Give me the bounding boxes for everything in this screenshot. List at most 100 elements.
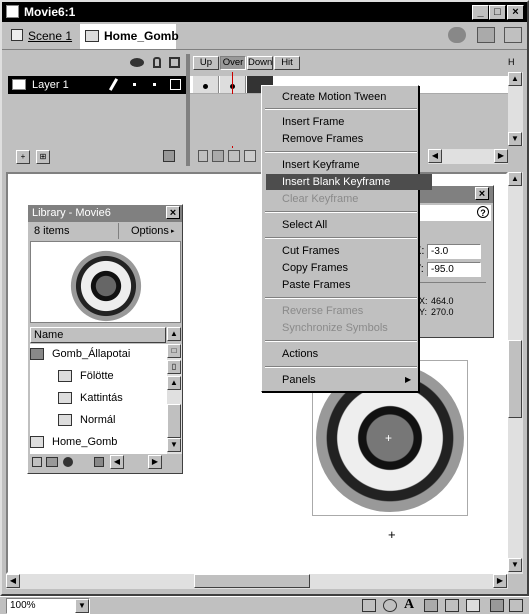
- frame-label-up: Up: [193, 56, 219, 70]
- stage-scroll-right-icon[interactable]: ▶: [493, 574, 507, 588]
- library-item-graphic[interactable]: Fölötte: [58, 365, 165, 387]
- edit-scene-icon[interactable]: [448, 27, 466, 43]
- center-frame-icon[interactable]: [198, 150, 208, 162]
- library-item-label: Normál: [80, 414, 116, 426]
- edit-bar: Scene 1 Home_Gomb: [2, 22, 527, 50]
- layer-color-box[interactable]: [170, 79, 181, 90]
- field-x-input[interactable]: -3.0: [427, 244, 481, 259]
- stage-scroll-up-icon[interactable]: ▲: [508, 172, 522, 186]
- layer-pane-body: [8, 94, 186, 146]
- library-column-header[interactable]: Name: [30, 327, 166, 343]
- edit-multiple-frames-icon[interactable]: [244, 150, 256, 162]
- add-guide-layer-icon[interactable]: ⊞: [36, 150, 50, 164]
- lib-scroll-right-icon[interactable]: ▶: [148, 455, 162, 469]
- window-title: Movie6:1: [24, 5, 76, 19]
- stage-hscroll-thumb[interactable]: [194, 574, 310, 588]
- delete-item-icon[interactable]: [94, 457, 104, 467]
- instance-launcher-icon[interactable]: [424, 599, 438, 612]
- timeline-vscroll[interactable]: ▲ ▼: [508, 72, 523, 146]
- options-arrow-icon: ▸: [171, 228, 175, 235]
- layer-lock-dot[interactable]: [153, 83, 156, 86]
- new-folder-icon[interactable]: [46, 457, 58, 467]
- library-preview: [30, 241, 181, 323]
- menu-insert-keyframe[interactable]: Insert Keyframe: [266, 157, 432, 173]
- pencil-icon: [108, 78, 119, 91]
- timeline-center-icon[interactable]: H: [508, 57, 521, 70]
- layer-name: Layer 1: [32, 79, 69, 91]
- layer-visible-dot[interactable]: [133, 83, 136, 86]
- button-symbol-icon: [85, 30, 99, 42]
- submenu-arrow-icon: ▶: [405, 375, 412, 384]
- stage-scroll-down-icon[interactable]: ▼: [508, 558, 522, 572]
- zoom-select[interactable]: 100% ▼: [6, 598, 90, 614]
- minimize-button[interactable]: _: [472, 5, 489, 20]
- symbol-tab-label: Home_Gomb: [104, 29, 179, 43]
- zoom-control-icon[interactable]: [504, 27, 522, 43]
- library-item-graphic[interactable]: Kattintás: [58, 387, 165, 409]
- preview-button-graphic: [70, 250, 142, 322]
- timeline-hscroll[interactable]: ◀ ▶: [428, 149, 508, 164]
- eye-icon[interactable]: [130, 58, 144, 67]
- edit-symbols-icon[interactable]: [477, 27, 495, 43]
- frame-label-over: Over: [220, 56, 246, 70]
- delete-layer-icon[interactable]: [163, 150, 175, 162]
- field-y-input[interactable]: -95.0: [427, 262, 481, 277]
- maximize-button[interactable]: □: [489, 5, 506, 20]
- lib-scroll-down-icon[interactable]: ▼: [167, 438, 181, 452]
- zoom-dropdown-icon[interactable]: ▼: [75, 599, 89, 613]
- new-symbol-icon[interactable]: [32, 457, 42, 467]
- lock-icon[interactable]: [153, 57, 161, 68]
- menu-insert-frame[interactable]: Insert Frame: [266, 114, 432, 130]
- components-launcher-icon[interactable]: [509, 599, 523, 612]
- onion-skin-icon[interactable]: [212, 150, 224, 162]
- library-vscroll[interactable]: □ ▯ ▲ ▼: [167, 344, 182, 454]
- movie-document-icon: [6, 5, 19, 18]
- character-launcher-icon[interactable]: A: [404, 597, 414, 613]
- folder-icon: [30, 348, 44, 361]
- lib-wide-view-icon[interactable]: □: [167, 344, 181, 358]
- menu-insert-blank-keyframe[interactable]: Insert Blank Keyframe: [266, 174, 432, 190]
- stage-scroll-left-icon[interactable]: ◀: [6, 574, 20, 588]
- menu-copy-frames[interactable]: Copy Frames: [266, 260, 432, 276]
- library-item-button[interactable]: Home_Gomb: [30, 431, 165, 453]
- sort-order-icon[interactable]: ▲: [167, 327, 181, 341]
- menu-separator: [265, 237, 417, 239]
- menu-remove-frames[interactable]: Remove Frames: [266, 131, 432, 147]
- scroll-up-icon[interactable]: ▲: [508, 72, 522, 86]
- scroll-down-icon[interactable]: ▼: [508, 132, 522, 146]
- help-icon[interactable]: ?: [477, 206, 489, 218]
- menu-select-all[interactable]: Select All: [266, 217, 432, 233]
- library-launcher-icon[interactable]: [490, 599, 504, 612]
- menu-actions[interactable]: Actions: [266, 346, 432, 362]
- scene-link[interactable]: Scene 1: [28, 29, 72, 43]
- scroll-right-icon[interactable]: ▶: [494, 149, 508, 163]
- menu-cut-frames[interactable]: Cut Frames: [266, 243, 432, 259]
- lib-vscroll-thumb[interactable]: [167, 404, 181, 438]
- add-layer-icon[interactable]: +: [16, 150, 30, 164]
- properties-icon[interactable]: [63, 457, 73, 467]
- stage-hscroll[interactable]: ◀ ▶: [6, 574, 508, 589]
- actions-launcher-icon[interactable]: [466, 599, 480, 612]
- layer-row[interactable]: Layer 1: [8, 76, 186, 94]
- info-close-button[interactable]: ×: [475, 187, 489, 200]
- stage-vscroll[interactable]: ▲ ▼: [508, 172, 523, 574]
- mixer-launcher-icon[interactable]: [383, 599, 397, 612]
- menu-paste-frames[interactable]: Paste Frames: [266, 277, 432, 293]
- library-options-menu[interactable]: Options ▸: [118, 223, 180, 239]
- graphic-symbol-icon: [58, 414, 72, 427]
- menu-create-motion-tween[interactable]: Create Motion Tween: [266, 89, 432, 105]
- outline-icon[interactable]: [169, 57, 180, 68]
- library-close-button[interactable]: ×: [166, 206, 180, 219]
- menu-synchronize-symbols: Synchronize Symbols: [282, 322, 388, 334]
- info-launcher-icon[interactable]: [362, 599, 376, 612]
- stage-vscroll-thumb[interactable]: [508, 340, 522, 418]
- lib-narrow-view-icon[interactable]: ▯: [167, 360, 181, 374]
- lib-scroll-left-icon[interactable]: ◀: [110, 455, 124, 469]
- onion-outline-icon[interactable]: [228, 150, 240, 162]
- library-item-graphic[interactable]: Normál: [58, 409, 165, 431]
- movie-explorer-icon[interactable]: [445, 599, 459, 612]
- symbol-tab[interactable]: Home_Gomb: [80, 24, 179, 49]
- close-button[interactable]: ×: [507, 5, 524, 20]
- library-item-folder[interactable]: Gomb_Állapotai: [30, 343, 165, 365]
- lib-scroll-up-icon[interactable]: ▲: [167, 376, 181, 390]
